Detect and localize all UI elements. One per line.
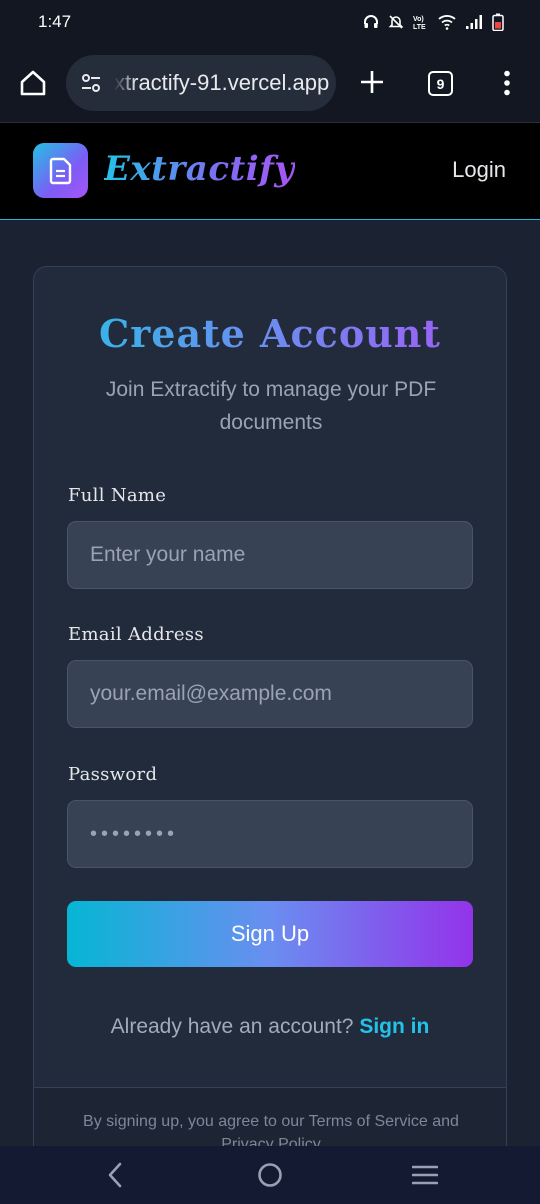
- name-label: Full Name: [68, 485, 167, 506]
- system-nav-bar: [0, 1146, 540, 1204]
- site-header: Extractify Login: [0, 122, 540, 220]
- circle-home-icon: [258, 1163, 282, 1187]
- svg-text:LTE: LTE: [413, 24, 426, 30]
- bell-off-icon: [388, 14, 404, 30]
- name-input[interactable]: [67, 521, 473, 589]
- status-icons: Vo) LTE: [363, 13, 504, 31]
- home-icon: [20, 70, 46, 96]
- url-text: xtractify-91.vercel.app: [114, 70, 330, 95]
- plus-icon: [361, 71, 383, 93]
- new-tab-button[interactable]: [356, 66, 388, 98]
- headphones-icon: [363, 14, 379, 30]
- login-link[interactable]: Login: [452, 157, 506, 183]
- recents-button[interactable]: [410, 1160, 440, 1190]
- password-input[interactable]: ••••••••: [67, 800, 473, 868]
- home-button[interactable]: [16, 66, 50, 100]
- volte-icon: Vo) LTE: [413, 14, 429, 30]
- email-label: Email Address: [68, 624, 204, 645]
- site-settings-icon[interactable]: [80, 72, 102, 94]
- brand-name[interactable]: Extractify: [104, 149, 295, 189]
- address-bar[interactable]: xtractify-91.vercel.app: [66, 55, 336, 111]
- back-button[interactable]: [100, 1160, 130, 1190]
- home-nav-button[interactable]: [255, 1160, 285, 1190]
- signal-icon: [465, 14, 483, 30]
- page-subtitle: Join Extractify to manage your PDF docum…: [105, 378, 437, 434]
- browser-toolbar: xtractify-91.vercel.app 9: [0, 44, 540, 122]
- svg-text:Vo): Vo): [413, 16, 424, 23]
- back-icon: [108, 1162, 122, 1188]
- sign-in-link[interactable]: Sign in: [359, 1015, 429, 1038]
- signin-prompt: Already have an account? Sign in: [34, 1015, 506, 1039]
- status-bar: 1:47 Vo) LTE: [0, 0, 540, 44]
- wifi-icon: [438, 14, 456, 30]
- status-time: 1:47: [38, 12, 72, 31]
- menu-lines-icon: [412, 1165, 438, 1185]
- email-input[interactable]: [67, 660, 473, 728]
- battery-icon: [492, 13, 504, 31]
- page-title: Create Account: [34, 311, 506, 356]
- more-vertical-icon: [504, 70, 510, 96]
- brand-logo[interactable]: [33, 143, 88, 198]
- browser-menu-button[interactable]: [496, 66, 518, 100]
- password-label: Password: [68, 764, 158, 785]
- sign-up-button[interactable]: Sign Up: [67, 901, 473, 967]
- document-icon: [49, 157, 71, 184]
- signin-prompt-text: Already have an account?: [110, 1015, 354, 1038]
- signup-card: Create Account Join Extractify to manage…: [33, 266, 507, 1166]
- tab-switcher-button[interactable]: 9: [428, 71, 453, 96]
